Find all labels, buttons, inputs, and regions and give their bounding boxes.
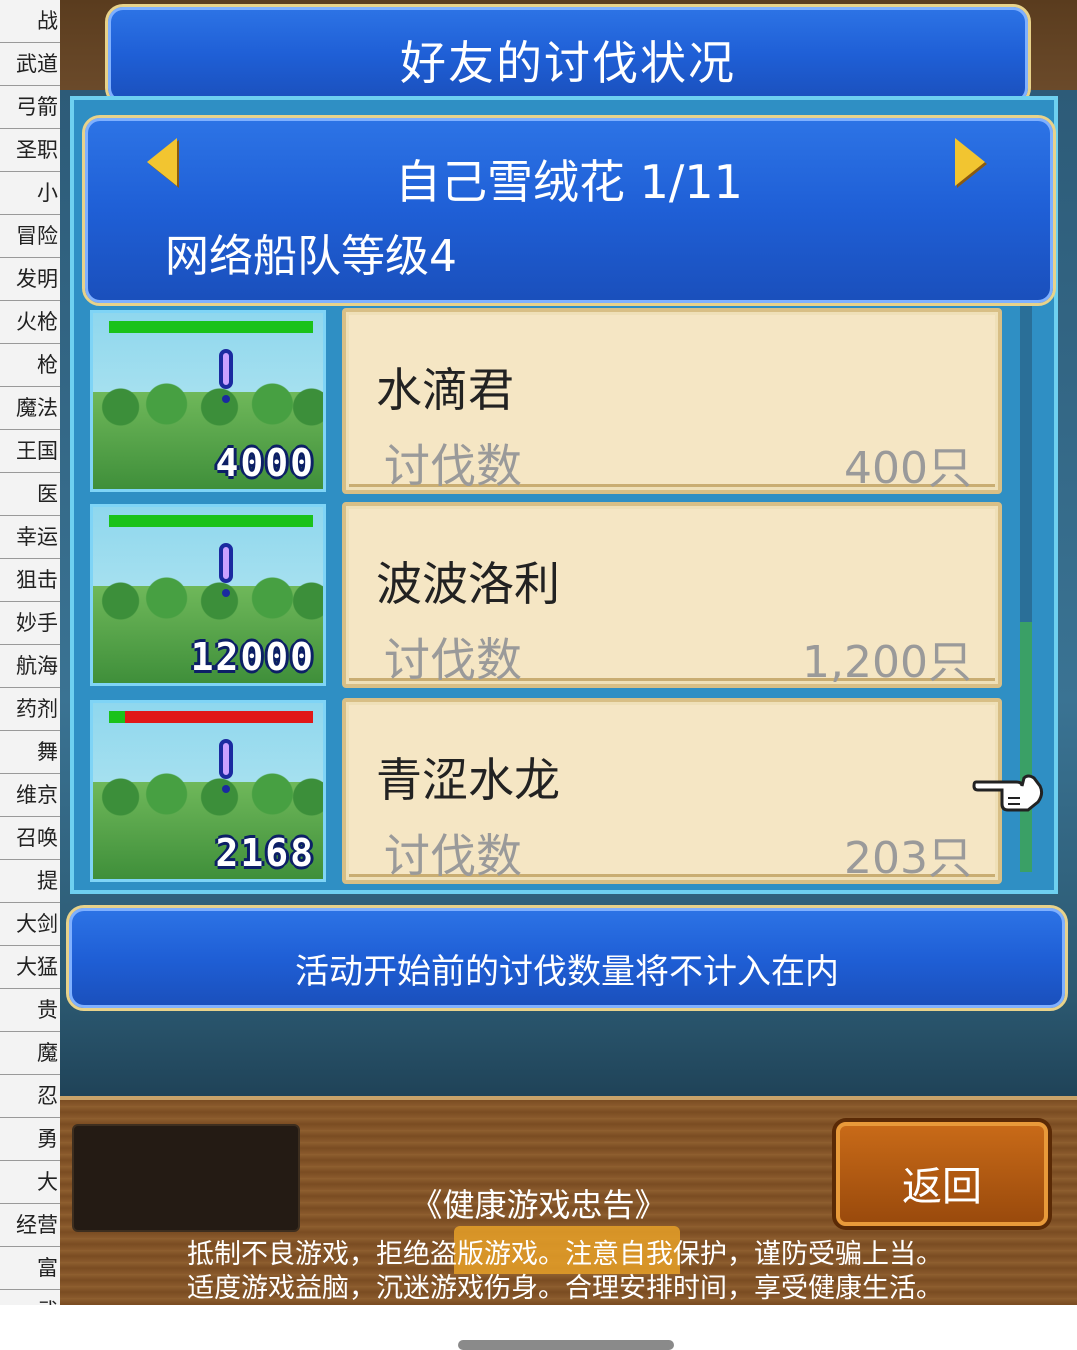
side-list-item[interactable]: 妙手 (0, 602, 60, 645)
tree-scenery (93, 565, 323, 625)
side-list-item[interactable]: 发明 (0, 258, 60, 301)
side-list-item[interactable]: 航海 (0, 645, 60, 688)
side-list-item[interactable]: 圣职 (0, 129, 60, 172)
hp-count: 12000 (190, 635, 315, 679)
monster-row[interactable]: 12000 波波洛利 讨伐数 1,200只 (86, 500, 1004, 690)
title-bar: 好友的讨伐状况 (105, 4, 1031, 106)
alert-icon (219, 739, 233, 779)
hp-bar (109, 515, 313, 527)
monster-row[interactable]: 2168 青涩水龙 讨伐数 203只 (86, 696, 1004, 886)
side-list-item[interactable]: 火枪 (0, 301, 60, 344)
side-list-item[interactable]: 王国 (0, 430, 60, 473)
side-list-item[interactable]: 贵 (0, 989, 60, 1032)
alert-dot (222, 395, 230, 403)
side-list-item[interactable]: 魔法 (0, 387, 60, 430)
friend-header: 自己雪绒花 1/11 网络船队等级4 (82, 115, 1056, 306)
side-list-item[interactable]: 维京 (0, 774, 60, 817)
tree-scenery (93, 761, 323, 821)
side-list-item[interactable]: 战 (0, 0, 60, 43)
side-list-item[interactable]: 忍 (0, 1075, 60, 1118)
monster-card: 青涩水龙 讨伐数 203只 (342, 698, 1002, 884)
hp-bar (109, 321, 313, 333)
side-list-item[interactable]: 提 (0, 860, 60, 903)
monster-thumbnail: 12000 (90, 504, 326, 686)
side-list-item[interactable]: 弓箭 (0, 86, 60, 129)
alert-icon (219, 349, 233, 389)
monster-thumbnail: 4000 (90, 310, 326, 492)
alert-dot (222, 785, 230, 793)
hp-bar (109, 711, 313, 723)
friend-name: 自己雪绒花 1/11 (395, 155, 743, 209)
notice-text: 活动开始前的讨伐数量将不计入在内 (295, 952, 839, 992)
alert-icon (219, 543, 233, 583)
kill-count: 1,200只 (802, 637, 972, 688)
arrow-right-icon[interactable] (955, 138, 985, 186)
hp-count: 4000 (215, 441, 315, 485)
side-list-item[interactable]: 召唤 (0, 817, 60, 860)
notice-banner: 活动开始前的讨伐数量将不计入在内 (66, 905, 1068, 1011)
pointing-hand-icon (972, 774, 1044, 812)
monster-card: 水滴君 讨伐数 400只 (342, 308, 1002, 494)
monster-name: 波波洛利 (376, 557, 560, 611)
kill-count: 203只 (844, 833, 972, 884)
side-list-item[interactable]: 勇 (0, 1118, 60, 1161)
page-title: 好友的讨伐状况 (400, 36, 736, 90)
monster-name: 水滴君 (376, 363, 514, 417)
side-list-item[interactable]: 武道 (0, 43, 60, 86)
alert-dot (222, 589, 230, 597)
side-list-item[interactable]: 冒险 (0, 215, 60, 258)
kill-label: 讨伐数 (384, 633, 522, 687)
health-notice-title: 《健康游戏忠告》 (410, 1186, 667, 1224)
hp-bar-remaining (109, 711, 125, 723)
kill-label: 讨伐数 (384, 829, 522, 883)
side-list-item[interactable]: 大猛 (0, 946, 60, 989)
side-list-item[interactable]: 魔 (0, 1032, 60, 1075)
side-list-item[interactable]: 幸运 (0, 516, 60, 559)
monster-row[interactable]: 4000 水滴君 讨伐数 400只 (86, 306, 1004, 496)
side-list-item[interactable]: 狙击 (0, 559, 60, 602)
hp-count: 2168 (215, 831, 315, 875)
side-list-item[interactable]: 医 (0, 473, 60, 516)
kill-label: 讨伐数 (384, 439, 522, 493)
side-list-item[interactable]: 小 (0, 172, 60, 215)
monster-name: 青涩水龙 (376, 753, 560, 807)
side-list-item[interactable]: 舞 (0, 731, 60, 774)
scrollbar-thumb[interactable] (1020, 622, 1032, 872)
health-notice-line: 适度游戏益脑，沉迷游戏伤身。合理安排时间，享受健康生活。 (187, 1273, 943, 1304)
side-list: 战 武道 弓箭 圣职 小 冒险 发明 火枪 枪 魔法 王国 医 幸运 狙击 妙手… (0, 0, 61, 1350)
monster-thumbnail: 2168 (90, 700, 326, 882)
kill-count: 400只 (844, 443, 972, 494)
side-list-item[interactable]: 枪 (0, 344, 60, 387)
tree-scenery (93, 371, 323, 431)
side-list-item[interactable]: 药剂 (0, 688, 60, 731)
fleet-level: 网络船队等级4 (165, 231, 457, 282)
side-list-item[interactable]: 大剑 (0, 903, 60, 946)
home-indicator[interactable] (458, 1340, 674, 1350)
monster-card: 波波洛利 讨伐数 1,200只 (342, 502, 1002, 688)
